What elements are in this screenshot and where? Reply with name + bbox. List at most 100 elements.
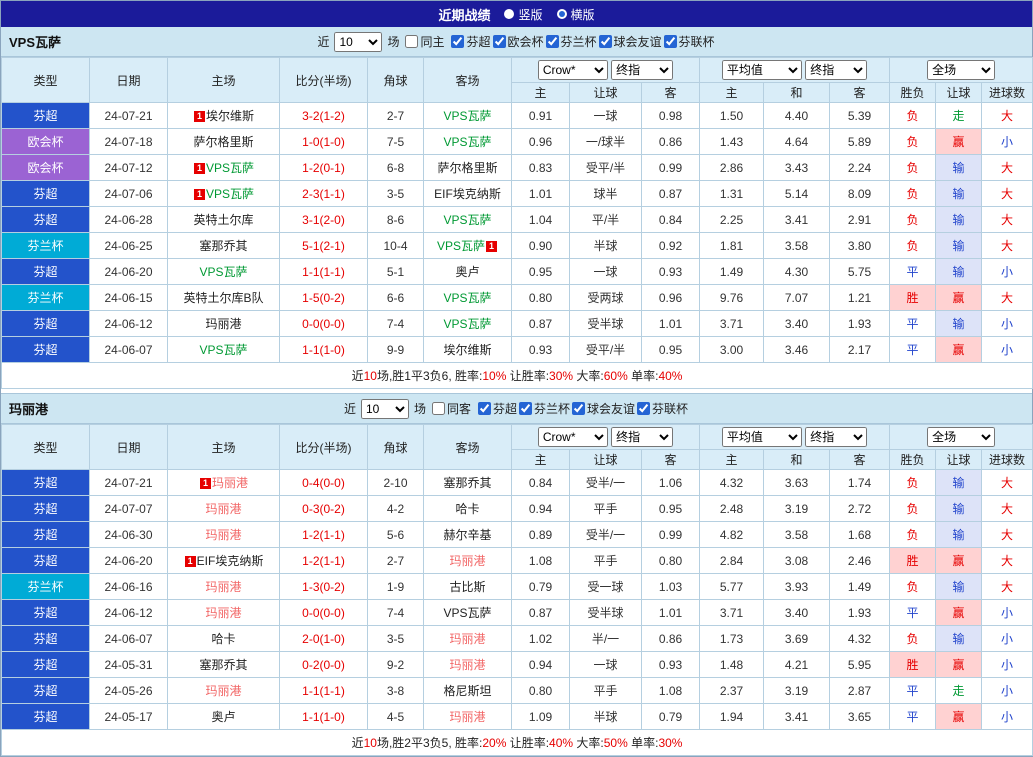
league-checkbox[interactable] bbox=[637, 401, 651, 415]
handicap-result-cell: 赢 bbox=[935, 599, 983, 626]
avg-away: 1.93 bbox=[829, 310, 891, 337]
col-odds-handicap: 让球 bbox=[569, 449, 642, 470]
league-checkbox[interactable] bbox=[545, 34, 559, 48]
avg-home: 1.43 bbox=[699, 128, 765, 155]
summary-row: 近10场,胜2平3负5, 胜率:20% 让胜率:40% 大率:50% 单率:30… bbox=[0, 729, 1033, 756]
avg-draw: 5.14 bbox=[763, 180, 831, 207]
final-odds-select[interactable]: 终指 bbox=[611, 60, 674, 80]
odds-company-select[interactable]: Crow* bbox=[537, 427, 608, 447]
league-badge: 芬兰杯 bbox=[1, 573, 90, 600]
handicap-result-cell: 输 bbox=[935, 521, 983, 548]
league-filter[interactable]: 芬联杯 bbox=[663, 33, 715, 50]
games-count-select[interactable]: 10 bbox=[360, 398, 409, 419]
league-checkbox[interactable] bbox=[477, 401, 491, 415]
home-team: VPS瓦萨 bbox=[167, 258, 280, 285]
league-checkbox[interactable] bbox=[598, 34, 612, 48]
col-avg-home: 主 bbox=[699, 449, 765, 470]
league-badge: 芬超 bbox=[1, 547, 90, 574]
away-team: VPS瓦萨 bbox=[423, 599, 512, 626]
same-venue-filter[interactable]: 同客 bbox=[431, 400, 471, 417]
odds-away: 0.86 bbox=[640, 625, 701, 652]
games-count-select[interactable]: 10 bbox=[334, 31, 383, 52]
result-cell: 负 bbox=[889, 573, 937, 600]
away-team: 埃尔维斯 bbox=[423, 336, 512, 363]
odds-away: 0.93 bbox=[640, 258, 701, 285]
avg-home: 1.31 bbox=[699, 180, 765, 207]
league-checkbox[interactable] bbox=[451, 34, 465, 48]
league-filter-label: 芬联杯 bbox=[652, 401, 689, 416]
score: 1-3(0-2) bbox=[279, 573, 368, 600]
league-badge: 欧会杯 bbox=[1, 154, 90, 181]
league-badge: 芬兰杯 bbox=[1, 232, 90, 259]
avg-home: 5.77 bbox=[699, 573, 765, 600]
league-checkbox[interactable] bbox=[663, 34, 677, 48]
league-checkbox[interactable] bbox=[492, 34, 506, 48]
average-select[interactable]: 平均值 bbox=[721, 427, 802, 447]
avg-home: 1.49 bbox=[699, 258, 765, 285]
goals-result-cell: 大 bbox=[981, 521, 1033, 548]
team-name: 英特土尔库 bbox=[193, 213, 254, 227]
team-name: 玛丽港 bbox=[449, 632, 486, 646]
avg-home: 1.48 bbox=[699, 651, 765, 678]
team-name: VPS瓦萨 bbox=[205, 187, 254, 201]
avg-home: 2.48 bbox=[699, 495, 765, 522]
score: 2-0(1-0) bbox=[279, 625, 368, 652]
final-odds-select-2[interactable]: 终指 bbox=[805, 427, 868, 447]
final-odds-select[interactable]: 终指 bbox=[611, 427, 674, 447]
avg-home: 4.32 bbox=[699, 469, 765, 496]
team-name: VPS瓦萨 bbox=[199, 343, 248, 357]
handicap-result-cell: 输 bbox=[935, 206, 983, 233]
col-odds-handicap: 让球 bbox=[569, 82, 642, 103]
games-unit-label: 场 bbox=[413, 402, 426, 416]
league-badge: 芬超 bbox=[1, 336, 90, 363]
league-filter[interactable]: 芬兰杯 bbox=[545, 33, 597, 50]
home-team: 1 VPS瓦萨 bbox=[167, 180, 280, 207]
team-name: 玛丽港 bbox=[449, 554, 486, 568]
corners: 10-4 bbox=[367, 232, 424, 259]
summary-segment: 场,胜2平3负5, bbox=[376, 736, 455, 750]
average-select[interactable]: 平均值 bbox=[721, 60, 802, 80]
avg-home: 2.84 bbox=[699, 547, 765, 574]
col-result: 胜负 bbox=[889, 82, 937, 103]
score: 1-1(1-1) bbox=[279, 677, 368, 704]
summary-segment: 10 bbox=[363, 736, 377, 750]
away-team: VPS瓦萨 1 bbox=[423, 232, 512, 259]
avg-draw: 3.19 bbox=[763, 677, 831, 704]
league-filter[interactable]: 芬兰杯 bbox=[519, 400, 570, 417]
result-cell: 负 bbox=[889, 128, 937, 155]
summary-segment: 30% bbox=[658, 736, 683, 750]
league-filter[interactable]: 球会友谊 bbox=[598, 33, 662, 50]
league-filter[interactable]: 芬超 bbox=[451, 33, 491, 50]
col-goals: 进球数 bbox=[981, 449, 1033, 470]
same-venue-checkbox[interactable] bbox=[431, 402, 445, 415]
team-name: 奥卢 bbox=[211, 710, 236, 724]
odds-handicap: 受半球 bbox=[569, 310, 642, 337]
league-checkbox[interactable] bbox=[519, 401, 532, 415]
odds-home: 0.80 bbox=[511, 677, 570, 704]
odds-home: 0.84 bbox=[511, 469, 570, 496]
league-filter[interactable]: 欧会杯 bbox=[492, 33, 544, 50]
same-venue-checkbox[interactable] bbox=[405, 35, 419, 48]
fulltime-select[interactable]: 全场 bbox=[927, 60, 996, 80]
view-option-horizontal[interactable]: 横版 bbox=[556, 6, 595, 23]
view-option-vertical[interactable]: 竖版 bbox=[504, 6, 543, 23]
goals-result-cell: 小 bbox=[981, 677, 1033, 704]
league-filter[interactable]: 球会友谊 bbox=[572, 400, 635, 417]
final-odds-select-2[interactable]: 终指 bbox=[805, 60, 868, 80]
team-name: VPS瓦萨 bbox=[436, 239, 485, 253]
match-date: 24-07-06 bbox=[89, 180, 168, 207]
league-badge: 芬超 bbox=[1, 180, 90, 207]
league-filter[interactable]: 芬超 bbox=[477, 400, 517, 417]
handicap-result-cell: 赢 bbox=[935, 651, 983, 678]
same-venue-filter[interactable]: 同主 bbox=[405, 33, 444, 50]
match-row: 芬超 24-06-12 玛丽港 0-0(0-0) 7-4 VPS瓦萨 0.87 受半球 1.01… bbox=[1, 310, 1033, 337]
fulltime-select[interactable]: 全场 bbox=[927, 427, 996, 447]
goals-result-cell: 小 bbox=[981, 128, 1033, 155]
league-checkbox[interactable] bbox=[572, 401, 586, 415]
league-filter[interactable]: 芬联杯 bbox=[637, 400, 688, 417]
section-header: VPS瓦萨 近 10 场 同主 芬超 欧会杯 芬兰杯 球会友谊 芬联杯 bbox=[1, 27, 1032, 57]
summary-segment: 50% bbox=[603, 736, 628, 750]
odds-company-select[interactable]: Crow* bbox=[537, 60, 608, 80]
home-team: 1 玛丽港 bbox=[167, 469, 280, 496]
avg-draw: 3.43 bbox=[763, 154, 831, 181]
